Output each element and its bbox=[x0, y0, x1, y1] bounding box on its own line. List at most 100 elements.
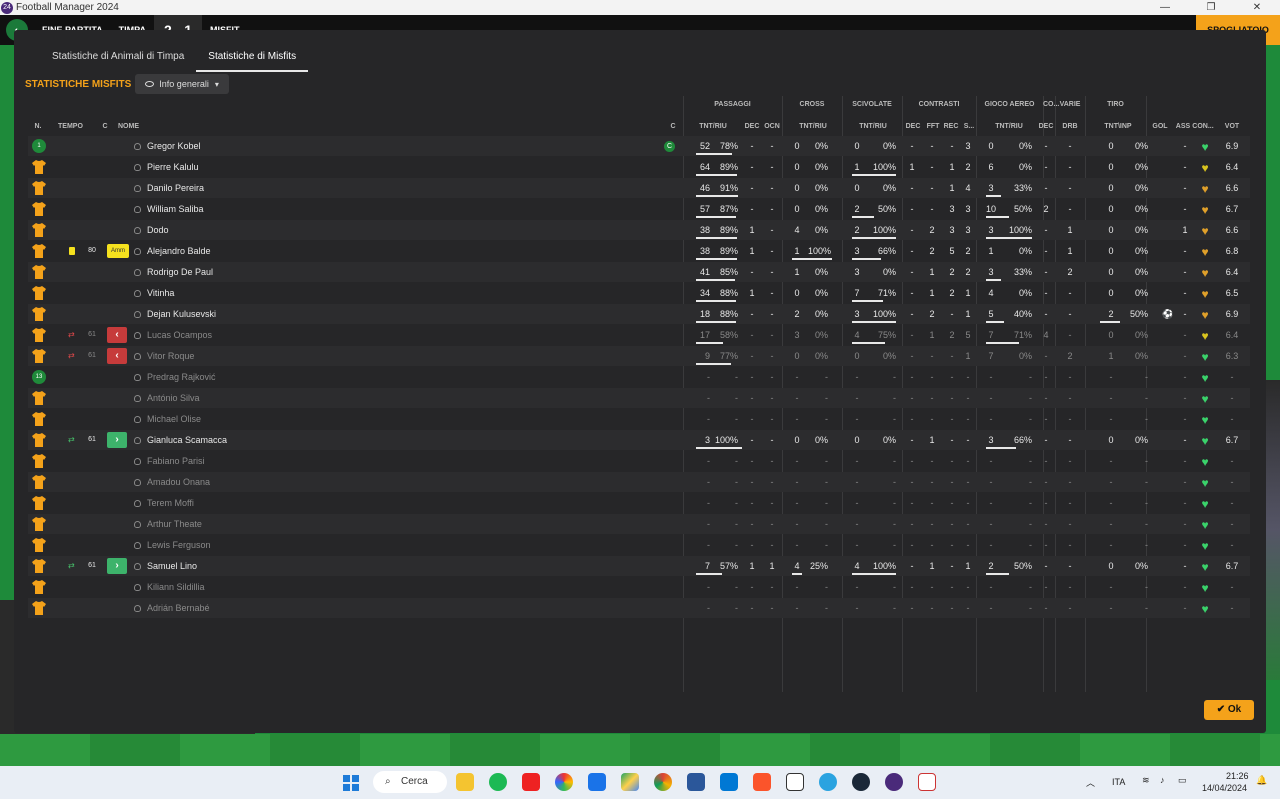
substitution-out-button[interactable]: ‹ bbox=[107, 348, 127, 364]
substitution-in-button[interactable]: › bbox=[107, 432, 127, 448]
notion-icon[interactable] bbox=[786, 773, 804, 791]
player-name-cell[interactable]: Fabiano Parisi bbox=[134, 451, 205, 471]
table-row[interactable]: ⇄ 61 ‹ Vitor Roque 9 77% - -0 0% 0 0% - - -1 7 0% -2 1 0% -… bbox=[28, 346, 1250, 366]
column-header-tempo[interactable]: TEMPO bbox=[58, 122, 88, 132]
column-header-con_fft[interactable]: FFT bbox=[924, 122, 942, 132]
table-row[interactable]: ⇄ 61 ‹ Lucas Ocampos 17 58% - -3 0% 4 75% -1 2 5 7 71% 4… bbox=[28, 325, 1250, 345]
column-header-con_dec[interactable]: DEC bbox=[904, 122, 922, 132]
file-explorer-icon[interactable] bbox=[456, 773, 474, 791]
close-button[interactable]: ✕ bbox=[1234, 0, 1280, 15]
tray-chevron-icon[interactable]: ︿ bbox=[1086, 776, 1095, 789]
column-header-aer_tr[interactable]: TNT/RIU bbox=[989, 122, 1029, 132]
volume-icon[interactable]: ♪ bbox=[1160, 775, 1165, 785]
column-header-con_s[interactable]: S... bbox=[962, 122, 976, 132]
telegram-icon[interactable] bbox=[819, 773, 837, 791]
taskbar-search[interactable]: ⌕ Cerca bbox=[373, 771, 447, 793]
column-header-sciv_tr[interactable]: TNT/RIU bbox=[853, 122, 893, 132]
brave-icon[interactable] bbox=[753, 773, 771, 791]
ok-button[interactable]: ✔ Ok bbox=[1204, 700, 1254, 720]
player-name-cell[interactable]: António Silva bbox=[134, 388, 200, 408]
table-row[interactable]: Terem Moffi - - - - - - - - - - - - - - - - - - - - ♥ bbox=[28, 493, 1250, 513]
table-row[interactable]: Dodo 38 89% 1-4 0% 2 100% -2 3 3 3 100% -1 0 0% 1 6.6 ♥ bbox=[28, 220, 1250, 240]
photos-icon[interactable] bbox=[555, 773, 573, 791]
table-row[interactable]: Danilo Pereira 46 91% - -0 0% 0 0% - -1 4 3 33% - -0 0%… bbox=[28, 178, 1250, 198]
player-name-cell[interactable]: Amadou Onana bbox=[134, 472, 210, 492]
table-row[interactable]: 80 Amm Alejandro Balde 38 89% 1-1 100% 3 66% -2 5 2… bbox=[28, 241, 1250, 261]
table-row[interactable]: 1 Gregor Kobel C 52 78% - -0 0% 0 0% - - -3 0 0% - -0 0% -… bbox=[28, 136, 1250, 156]
clock-time[interactable]: 21:26 bbox=[1226, 771, 1249, 781]
column-header-pas_tr[interactable]: TNT/RIU bbox=[693, 122, 733, 132]
player-name-cell[interactable]: Arthur Theate bbox=[134, 514, 202, 534]
battery-icon[interactable]: ▭ bbox=[1178, 775, 1187, 786]
football-manager-icon[interactable] bbox=[885, 773, 903, 791]
tab-home-stats[interactable]: Statistiche di Animali di Timpa bbox=[40, 50, 196, 72]
notification-icon[interactable]: 🔔 bbox=[1256, 775, 1267, 786]
chrome-icon[interactable] bbox=[654, 773, 672, 791]
player-name-cell[interactable]: Lucas Ocampos bbox=[134, 325, 212, 345]
language-indicator[interactable]: ITA bbox=[1112, 777, 1125, 787]
substitution-out-button[interactable]: ‹ bbox=[107, 327, 127, 343]
table-row[interactable]: Adrián Bernabé - - - - - - - - - - - - - - - - - - - - ♥ bbox=[28, 598, 1250, 618]
player-name-cell[interactable]: Lewis Ferguson bbox=[134, 535, 211, 555]
player-name-cell[interactable]: Gregor Kobel bbox=[134, 136, 201, 156]
windows-start-icon[interactable] bbox=[342, 774, 360, 792]
clock-date[interactable]: 14/04/2024 bbox=[1202, 783, 1247, 793]
player-name-cell[interactable]: Rodrigo De Paul bbox=[134, 262, 213, 282]
table-row[interactable]: Rodrigo De Paul 41 85% - -1 0% 3 0% -1 2 2 3 33% -2 0 0… bbox=[28, 262, 1250, 282]
table-row[interactable]: Dejan Kulusevski 18 88% - -2 0% 3 100% -2-1 5 40% -… bbox=[28, 304, 1250, 324]
table-row[interactable]: William Saliba 57 87% - -0 0% 2 50% - -3 3 10 50% 2-0… bbox=[28, 199, 1250, 219]
column-header-tiro_ti[interactable]: TNT\INP bbox=[1098, 122, 1138, 132]
wifi-icon[interactable]: ≋ bbox=[1142, 775, 1150, 786]
table-row[interactable]: 13 Predrag Rajković - - - - - - - - - - - - - - - - - - - - ♥ bbox=[28, 367, 1250, 387]
player-name-cell[interactable]: Danilo Pereira bbox=[134, 178, 204, 198]
player-name-cell[interactable]: Gianluca Scamacca bbox=[134, 430, 227, 450]
player-name-cell[interactable]: Dejan Kulusevski bbox=[134, 304, 216, 324]
todo-icon[interactable] bbox=[720, 773, 738, 791]
player-name-cell[interactable]: Vitinha bbox=[134, 283, 174, 303]
player-name-cell[interactable]: Vitor Roque bbox=[134, 346, 194, 366]
tab-away-stats[interactable]: Statistiche di Misfits bbox=[196, 50, 309, 72]
table-row[interactable]: Michael Olise - - - - - - - - - - - - - - - - - - - - ♥ bbox=[28, 409, 1250, 429]
column-header-pas_dec[interactable]: DEC bbox=[742, 122, 762, 132]
column-header-n[interactable]: N. bbox=[28, 122, 48, 132]
table-row[interactable]: António Silva - - - - - - - - - - - - - - - - - - - - ♥ bbox=[28, 388, 1250, 408]
player-name-cell[interactable]: Dodo bbox=[134, 220, 169, 240]
column-header-con[interactable]: CON... bbox=[1190, 122, 1216, 132]
column-header-drb[interactable]: DRB bbox=[1060, 122, 1080, 132]
table-row[interactable]: Arthur Theate - - - - - - - - - - - - - - - - - - - - ♥ bbox=[28, 514, 1250, 534]
maximize-button[interactable]: ❐ bbox=[1188, 0, 1234, 15]
minimize-button[interactable]: — bbox=[1142, 0, 1188, 15]
column-header-c[interactable]: C bbox=[100, 122, 110, 132]
column-header-nome[interactable]: NOME bbox=[118, 122, 158, 132]
player-name-cell[interactable]: Predrag Rajković bbox=[134, 367, 216, 387]
player-name-cell[interactable]: Michael Olise bbox=[134, 409, 201, 429]
player-name-cell[interactable]: Terem Moffi bbox=[134, 493, 194, 513]
player-name-cell[interactable]: Pierre Kalulu bbox=[134, 157, 199, 177]
player-name-cell[interactable]: William Saliba bbox=[134, 199, 204, 219]
table-row[interactable]: Amadou Onana - - - - - - - - - - - - - - - - - - - - ♥ bbox=[28, 472, 1250, 492]
column-header-gol[interactable]: GOL bbox=[1150, 122, 1170, 132]
column-header-capt[interactable]: C bbox=[668, 122, 678, 132]
substitution-in-button[interactable]: › bbox=[107, 558, 127, 574]
youtube-icon[interactable] bbox=[522, 773, 540, 791]
column-header-co_dec[interactable]: DEC bbox=[1038, 122, 1054, 132]
player-name-cell[interactable]: Alejandro Balde bbox=[134, 241, 211, 261]
column-header-vot[interactable]: VOT bbox=[1221, 122, 1243, 132]
steam-icon[interactable] bbox=[852, 773, 870, 791]
table-row[interactable]: ⇄ 61 › Samuel Lino 7 57% 1 1 4 25% 4 100% -1-1 2 50% - -… bbox=[28, 556, 1250, 576]
table-row[interactable]: Vitinha 34 88% 1-0 0% 7 71% -1 2 1 4 0% - -0 0% -6.5 ♥ bbox=[28, 283, 1250, 303]
word-icon[interactable] bbox=[687, 773, 705, 791]
table-row[interactable]: Pierre Kalulu 64 89% - -0 0% 1 100% 1-1 2 6 0% - -0 0%… bbox=[28, 157, 1250, 177]
calendar-icon[interactable] bbox=[588, 773, 606, 791]
column-header-pas_ocn[interactable]: OCN bbox=[762, 122, 782, 132]
table-row[interactable]: Fabiano Parisi - - - - - - - - - - - - - - - - - - - - ♥ bbox=[28, 451, 1250, 471]
column-header-cross_tr[interactable]: TNT/RIU bbox=[793, 122, 833, 132]
spotify-icon[interactable] bbox=[489, 773, 507, 791]
player-name-cell[interactable]: Samuel Lino bbox=[134, 556, 197, 576]
snipping-tool-icon[interactable] bbox=[918, 773, 936, 791]
player-name-cell[interactable]: Kiliann Sildillia bbox=[134, 577, 205, 597]
table-row[interactable]: ⇄ 61 › Gianluca Scamacca 3 100% - -0 0% 0 0% -1- -3 6… bbox=[28, 430, 1250, 450]
view-dropdown[interactable]: Info generali ▾ bbox=[135, 74, 229, 94]
google-drive-icon[interactable] bbox=[621, 773, 639, 791]
table-row[interactable]: Lewis Ferguson - - - - - - - - - - - - - - - - - - - - ♥ bbox=[28, 535, 1250, 555]
